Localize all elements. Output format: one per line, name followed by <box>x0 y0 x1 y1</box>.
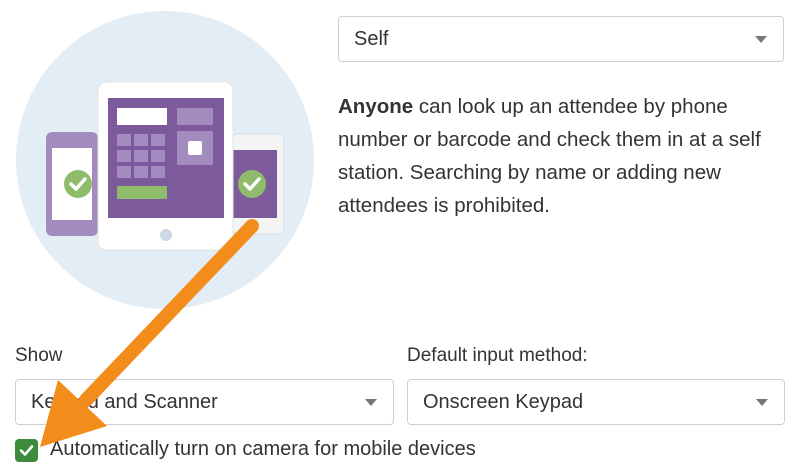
show-label: Show <box>15 345 63 366</box>
checkmark-icon <box>19 445 34 456</box>
camera-checkbox[interactable] <box>15 439 38 462</box>
chevron-down-icon <box>365 399 377 406</box>
self-checkin-illustration <box>16 11 314 309</box>
description-bold: Anyone <box>338 95 414 118</box>
chevron-down-icon <box>756 399 768 406</box>
input-method-select[interactable]: Onscreen Keypad <box>407 379 785 425</box>
right-phone-check-icon <box>238 170 266 198</box>
input-method-label: Default input method: <box>407 345 588 366</box>
show-value: Keypad and Scanner <box>31 390 218 413</box>
checkin-mode-select[interactable]: Self <box>338 16 784 62</box>
show-select[interactable]: Keypad and Scanner <box>15 379 394 425</box>
tablet-home-button <box>160 229 172 241</box>
camera-checkbox-label: Automatically turn on camera for mobile … <box>50 438 476 460</box>
mode-description: Anyone can look up an attendee by phone … <box>338 90 778 222</box>
checkin-mode-value: Self <box>354 27 389 50</box>
chevron-down-icon <box>755 36 767 43</box>
input-method-value: Onscreen Keypad <box>423 390 584 413</box>
left-phone-check-icon <box>64 170 92 198</box>
